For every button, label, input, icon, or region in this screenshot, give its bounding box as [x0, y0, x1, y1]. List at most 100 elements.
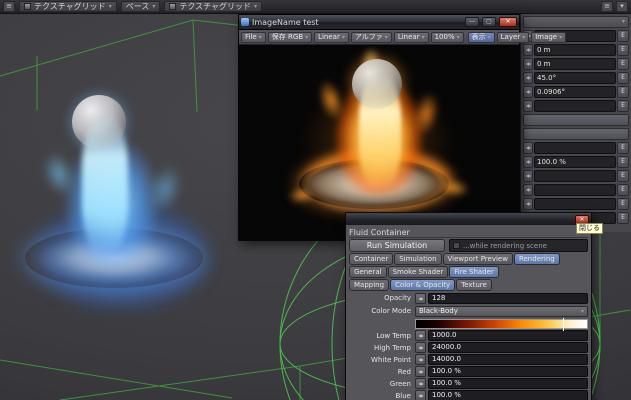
stepper[interactable]: ◀▶ [415, 330, 426, 341]
toolbar-dropdown-texture-grid-1[interactable]: テクスチャグリッド ▾ [19, 1, 117, 12]
blackbody-gradient[interactable] [415, 319, 588, 329]
high-temp-field[interactable]: 24000.0 [428, 342, 588, 353]
stepper[interactable]: ◀▶ [523, 170, 533, 182]
alpha-dropdown[interactable]: アルファ ▾ [351, 32, 392, 43]
layer-dropdown[interactable]: Layer ▾ [497, 32, 530, 43]
tab-viewport-preview[interactable]: Viewport Preview [443, 253, 513, 265]
stepper[interactable]: ◀▶ [523, 156, 533, 168]
property-value-field[interactable] [534, 142, 616, 154]
checkbox[interactable] [453, 242, 460, 249]
zoom-dropdown[interactable]: 100% ▾ [431, 32, 464, 43]
tab-container[interactable]: Container [349, 253, 393, 265]
property-value-field[interactable] [534, 184, 616, 196]
envelope-button[interactable]: E [617, 44, 629, 56]
envelope-button[interactable]: E [617, 30, 629, 42]
stepper-icon: ◀▶ [526, 201, 530, 206]
envelope-button[interactable]: E [617, 198, 629, 210]
stepper[interactable]: ◀▶ [415, 390, 426, 400]
menu-icon[interactable]: ≡ [3, 1, 15, 12]
property-value-field[interactable]: 0 m [534, 44, 616, 56]
stepper[interactable]: ◀▶ [415, 293, 426, 304]
stepper[interactable]: ◀▶ [415, 366, 426, 377]
red-field[interactable]: 100.0 % [428, 366, 588, 377]
stepper-icon: ◀▶ [418, 369, 422, 374]
alpha-colorspace-dropdown[interactable]: Linear ▾ [394, 32, 429, 43]
stepper[interactable]: ◀▶ [523, 44, 533, 56]
stepper[interactable]: ◀▶ [523, 198, 533, 210]
tab-rendering[interactable]: Rendering [514, 253, 560, 265]
stepper[interactable]: ◀▶ [523, 184, 533, 196]
chevron-down-icon: ▾ [457, 33, 460, 42]
color-mode-dropdown[interactable]: Black-Body ▾ [415, 306, 588, 317]
run-simulation-button[interactable]: Run Simulation [349, 239, 445, 252]
stepper[interactable]: ◀▶ [415, 342, 426, 353]
property-value-field[interactable] [534, 100, 616, 112]
opacity-field[interactable]: 128 [428, 293, 588, 304]
tab-color-opacity[interactable]: Color & Opacity [390, 279, 455, 291]
view-mode-dropdown[interactable]: 表示 ▾ [468, 32, 495, 43]
panel-wide-button[interactable] [523, 128, 629, 140]
button-label: 100% [435, 33, 455, 42]
toolbar-dropdown-texture-grid-2[interactable]: テクスチャグリッド ▾ [164, 1, 262, 12]
chevron-down-icon: ▾ [422, 33, 425, 42]
stepper-icon: ◀▶ [526, 61, 530, 66]
save-rgb-dropdown[interactable]: 保存 RGB ▾ [268, 32, 312, 43]
opacity-label: Opacity [349, 294, 413, 302]
stepper[interactable]: ◀▶ [523, 58, 533, 70]
white-point-field[interactable]: 14000.0 [428, 354, 588, 365]
fluid-window-titlebar[interactable]: ✕ [346, 213, 591, 225]
envelope-button[interactable]: E [617, 212, 629, 224]
stepper[interactable]: ◀▶ [415, 354, 426, 365]
maximize-button[interactable]: ▢ [482, 17, 496, 27]
property-value-field[interactable]: 100.0 % [534, 156, 616, 168]
blue-field[interactable]: 100.0 % [428, 390, 588, 400]
tab-fire-shader[interactable]: Fire Shader [449, 266, 499, 278]
green-field[interactable]: 100.0 % [428, 378, 588, 389]
chevron-down-icon: ▾ [152, 2, 155, 11]
envelope-button[interactable]: E [617, 170, 629, 182]
image-viewer-titlebar[interactable]: ImageName test — ▢ ✕ [239, 15, 519, 30]
envelope-button[interactable]: E [617, 58, 629, 70]
property-row: ◀▶ E [523, 198, 629, 210]
envelope-button[interactable]: E [617, 72, 629, 84]
toolbar-list-button[interactable]: ≡ [601, 1, 613, 12]
envelope-button[interactable]: E [617, 86, 629, 98]
toolbar-dropdown-button[interactable]: ▾ [616, 1, 628, 12]
tab-smoke-shader[interactable]: Smoke Shader [388, 266, 449, 278]
tab-texture[interactable]: Texture [456, 279, 492, 291]
stepper[interactable]: ◀▶ [523, 72, 533, 84]
envelope-button[interactable]: E [617, 156, 629, 168]
file-menu-button[interactable]: File ▾ [241, 32, 266, 43]
tab-mapping[interactable]: Mapping [349, 279, 389, 291]
panel-wide-button[interactable] [523, 114, 629, 126]
close-button[interactable]: ✕ [499, 17, 517, 27]
stepper[interactable]: ◀▶ [523, 142, 533, 154]
stepper[interactable]: ◀▶ [523, 100, 533, 112]
property-value-field[interactable]: 45.0° [534, 72, 616, 84]
property-row: ◀▶ 0 m E [523, 44, 629, 56]
tab-simulation[interactable]: Simulation [394, 253, 441, 265]
toolbar-dropdown-pace[interactable]: ペース ▾ [121, 1, 161, 12]
gradient-marker[interactable] [563, 318, 564, 331]
tab-general[interactable]: General [349, 266, 387, 278]
stepper[interactable]: ◀▶ [415, 378, 426, 389]
envelope-button[interactable]: E [617, 100, 629, 112]
property-value-field[interactable]: 0 m [534, 58, 616, 70]
chevron-down-icon: ▾ [109, 2, 112, 11]
image-dropdown[interactable]: Image ▾ [531, 32, 566, 43]
property-value-field[interactable] [534, 170, 616, 182]
minimize-button[interactable]: — [465, 17, 479, 27]
rendered-image-canvas[interactable] [239, 45, 519, 240]
property-value-field[interactable]: 0.0906° [534, 86, 616, 98]
while-rendering-checkbox-row[interactable]: ...while rendering scene [449, 239, 588, 252]
colorspace-dropdown[interactable]: Linear ▾ [314, 32, 349, 43]
stepper[interactable]: ◀▶ [523, 86, 533, 98]
envelope-button[interactable]: E [617, 142, 629, 154]
chevron-down-icon: ▾ [522, 33, 525, 42]
button-label: 表示 [472, 33, 486, 42]
property-value-field[interactable] [534, 198, 616, 210]
envelope-button[interactable]: E [617, 184, 629, 196]
item-select-dropdown[interactable]: ▾ [523, 16, 629, 28]
low-temp-field[interactable]: 1000.0 [428, 330, 588, 341]
stepper-icon: ◀▶ [418, 296, 422, 301]
